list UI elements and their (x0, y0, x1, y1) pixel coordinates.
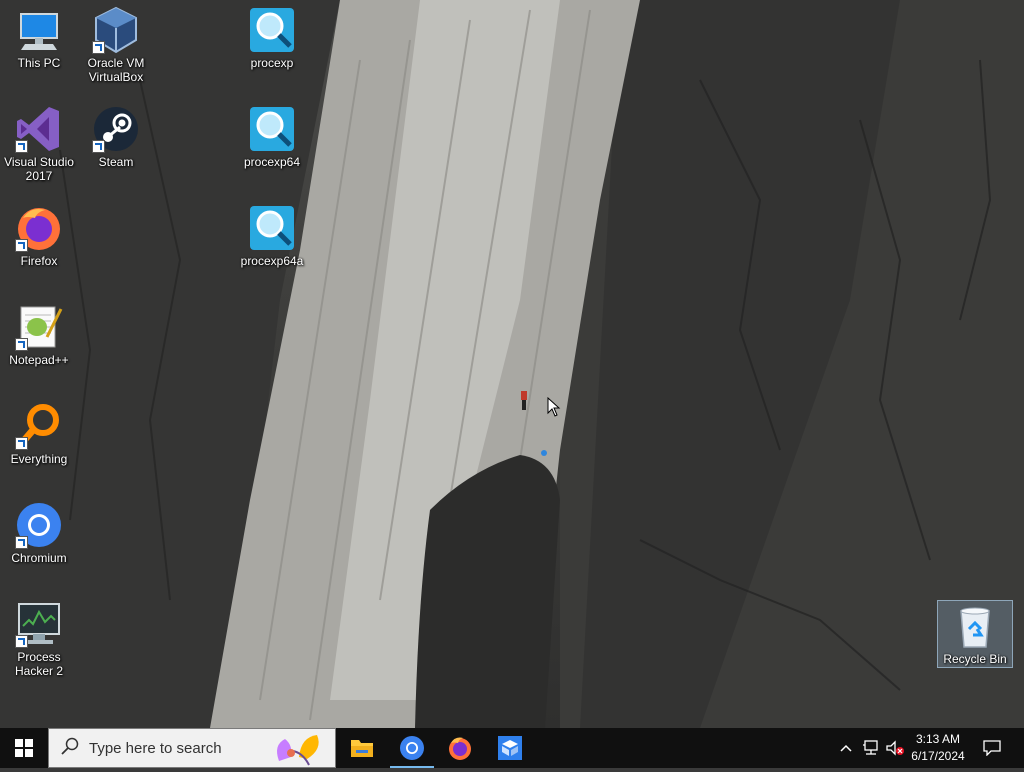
desktop-icon-label: procexp64a (240, 254, 304, 268)
procexp-icon (248, 6, 296, 54)
shortcut-arrow-icon (15, 140, 28, 153)
desktop-icon-label: Everything (10, 452, 68, 466)
clock-time: 3:13 AM (915, 732, 961, 746)
virtualbox-icon (498, 736, 522, 760)
desktop-icon-label: Visual Studio 2017 (4, 155, 74, 183)
mouse-cursor-icon (547, 396, 561, 422)
search-highlight-butterfly-icon (269, 731, 327, 772)
desktop-icon-process-hacker[interactable]: Process Hacker 2 (1, 600, 77, 678)
taskbar-search-box[interactable]: Type here to search (48, 728, 336, 768)
shortcut-arrow-icon (15, 536, 28, 549)
everything-icon (15, 402, 63, 450)
chromium-icon (400, 736, 424, 760)
visual-studio-icon (15, 105, 63, 153)
search-icon (61, 737, 79, 760)
taskbar-file-explorer[interactable] (338, 728, 386, 768)
shortcut-arrow-icon (15, 635, 28, 648)
notification-icon (983, 740, 1001, 756)
shortcut-arrow-icon (15, 239, 28, 252)
desktop-icon-virtualbox[interactable]: Oracle VM VirtualBox (78, 6, 154, 84)
desktop-icon-everything[interactable]: Everything (1, 402, 77, 466)
desktop-icon-label: Recycle Bin (943, 652, 1007, 666)
desktop-icon-procexp64[interactable]: procexp64 (234, 105, 310, 169)
taskbar-chromium[interactable] (388, 728, 436, 768)
taskbar-clock[interactable]: 3:13 AM 6/17/2024 (900, 728, 976, 768)
desktop-icon-label: Firefox (20, 254, 58, 268)
desktop-icon-label: procexp64 (243, 155, 301, 169)
desktop-icon-procexp[interactable]: procexp (234, 6, 310, 70)
taskbar-virtualbox[interactable] (486, 728, 534, 768)
firefox-icon (15, 204, 63, 252)
network-status-button[interactable] (860, 728, 882, 768)
shortcut-arrow-icon (92, 140, 105, 153)
desktop-icon-chromium[interactable]: Chromium (1, 501, 77, 565)
process-hacker-icon (15, 600, 63, 648)
folder-icon (351, 740, 373, 757)
desktop-icon-firefox[interactable]: Firefox (1, 204, 77, 268)
desktop-icon-notepad-plus-plus[interactable]: Notepad++ (1, 303, 77, 367)
procexp64-icon (248, 105, 296, 153)
desktop-icon-steam[interactable]: Steam (78, 105, 154, 169)
shortcut-arrow-icon (15, 338, 28, 351)
virtualbox-icon (92, 6, 140, 54)
notepad-plus-plus-icon (15, 303, 63, 351)
chevron-up-icon (840, 744, 852, 752)
search-placeholder: Type here to search (89, 739, 222, 757)
chromium-icon (15, 501, 63, 549)
desktop-icon-label: Steam (98, 155, 134, 169)
desktop-icon-label: Notepad++ (9, 353, 69, 367)
desktop-icon-visual-studio[interactable]: Visual Studio 2017 (1, 105, 77, 183)
taskbar-firefox[interactable] (436, 728, 484, 768)
desktop-icon-label: This PC (17, 56, 61, 70)
steam-icon (92, 105, 140, 153)
show-hidden-icons-button[interactable] (836, 728, 856, 768)
firefox-icon (449, 737, 471, 760)
shortcut-arrow-icon (15, 437, 28, 450)
windows-logo-icon (15, 739, 33, 757)
desktop-icon-label: Process Hacker 2 (14, 650, 64, 678)
this-pc-icon (15, 6, 63, 54)
desktop-icon-label: Chromium (11, 551, 67, 565)
desktop-icon-procexp64a[interactable]: procexp64a (234, 204, 310, 268)
recycle-bin-icon (951, 603, 999, 651)
shortcut-arrow-icon (92, 41, 105, 54)
start-button[interactable] (0, 728, 48, 768)
desktop-icon-recycle-bin[interactable]: Recycle Bin (937, 600, 1013, 668)
desktop-icon-label: procexp (250, 56, 294, 70)
action-center-button[interactable] (978, 728, 1006, 768)
taskbar: Type here to search 3:13 AM 6/17/2024 (0, 728, 1024, 768)
clock-date: 6/17/2024 (911, 749, 965, 763)
desktop-icon-this-pc[interactable]: This PC (1, 6, 77, 70)
procexp64a-icon (248, 204, 296, 252)
desktop-icon-label: Oracle VM VirtualBox (87, 56, 145, 84)
network-icon (863, 740, 878, 755)
